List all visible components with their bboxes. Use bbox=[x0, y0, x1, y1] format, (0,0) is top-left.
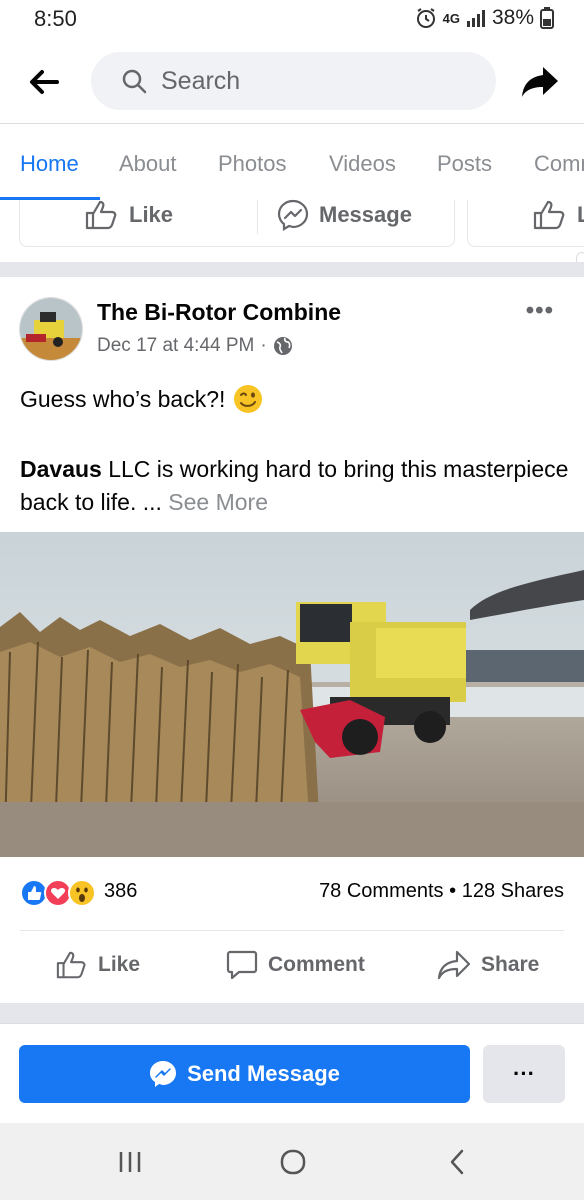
post-text-first-line: Guess who’s back?! bbox=[20, 384, 263, 414]
messenger-icon bbox=[277, 199, 309, 231]
tab-community[interactable]: Comm bbox=[534, 151, 584, 177]
tab-photos[interactable]: Photos bbox=[218, 151, 287, 177]
page-like-label: Like bbox=[129, 202, 174, 227]
back-nav-button[interactable] bbox=[437, 1145, 477, 1179]
share-arrow-icon bbox=[522, 67, 558, 97]
comment-label: Comment bbox=[268, 953, 365, 976]
page-actions-card: Like Message bbox=[19, 199, 455, 247]
battery-percent: 38% bbox=[491, 6, 534, 29]
feed-post: The Bi-Rotor Combine Dec 17 at 4:44 PM ·… bbox=[0, 277, 584, 1003]
tab-posts[interactable]: Posts bbox=[437, 151, 492, 177]
like-button[interactable]: Like bbox=[56, 950, 140, 980]
wow-reaction-icon bbox=[68, 879, 96, 907]
search-input[interactable]: Search bbox=[91, 52, 496, 110]
post-author[interactable]: The Bi-Rotor Combine bbox=[97, 299, 341, 326]
secondary-like-button[interactable]: L bbox=[533, 200, 584, 230]
share-page-button[interactable] bbox=[518, 60, 562, 104]
comments-count[interactable]: 78 Comments bbox=[319, 880, 444, 902]
messenger-icon bbox=[150, 1061, 177, 1087]
comment-bubble-icon bbox=[226, 950, 258, 980]
page-profile-picture bbox=[20, 298, 82, 360]
status-indicators: 4G 38% bbox=[415, 6, 554, 30]
more-options-label: ··· bbox=[513, 1061, 535, 1086]
comment-button[interactable]: Comment bbox=[226, 950, 365, 980]
mentioned-page-link[interactable]: Davaus bbox=[20, 456, 102, 482]
tab-home[interactable]: Home bbox=[20, 151, 79, 177]
post-text-line1: Guess who’s back?! bbox=[20, 385, 226, 412]
post-action-bar: Like Comment Share bbox=[0, 942, 584, 992]
page-message-button[interactable]: Message bbox=[277, 199, 412, 231]
search-placeholder: Search bbox=[161, 66, 241, 95]
app-header: Search bbox=[0, 40, 584, 124]
share-button[interactable]: Share bbox=[437, 950, 539, 980]
post-photo[interactable] bbox=[0, 532, 584, 857]
section-divider bbox=[0, 262, 584, 277]
page-like-button[interactable]: Like bbox=[85, 200, 173, 230]
status-bar: 8:50 4G 38% bbox=[0, 0, 584, 40]
tab-about[interactable]: About bbox=[119, 151, 177, 177]
search-icon bbox=[122, 69, 147, 94]
section-divider-bottom bbox=[0, 1003, 584, 1023]
like-label: Like bbox=[98, 953, 141, 976]
post-divider bbox=[20, 930, 564, 931]
thumbs-up-icon bbox=[533, 200, 565, 230]
share-arrow-outline-icon bbox=[437, 950, 471, 980]
battery-icon bbox=[540, 7, 554, 29]
combine-harvester-photo bbox=[0, 532, 584, 857]
page-action-row: Like Message L bbox=[0, 199, 584, 260]
post-timestamp[interactable]: Dec 17 at 4:44 PM bbox=[97, 335, 254, 357]
page-message-label: Message bbox=[319, 202, 412, 227]
back-button[interactable] bbox=[22, 62, 66, 102]
post-meta: Dec 17 at 4:44 PM · bbox=[97, 335, 293, 357]
winking-face-icon bbox=[234, 385, 263, 413]
signal-icon bbox=[466, 10, 485, 27]
send-message-button[interactable]: Send Message bbox=[19, 1045, 470, 1103]
secondary-like-label: L bbox=[577, 202, 584, 227]
see-more-link[interactable]: See More bbox=[168, 489, 268, 515]
send-message-label: Send Message bbox=[187, 1061, 340, 1086]
reaction-count: 386 bbox=[104, 880, 138, 902]
thumbs-up-icon bbox=[85, 200, 117, 230]
network-type: 4G bbox=[442, 10, 460, 26]
comment-share-counts: 78 Comments • 128 Shares bbox=[319, 880, 564, 903]
reaction-icons bbox=[20, 879, 96, 907]
reactions-summary[interactable]: 386 78 Comments • 128 Shares bbox=[0, 871, 584, 915]
page-tabs: Home About Photos Videos Posts Comm bbox=[0, 125, 584, 201]
share-label: Share bbox=[481, 953, 540, 976]
chevron-left-icon bbox=[450, 1149, 464, 1175]
home-button[interactable] bbox=[273, 1145, 313, 1179]
meta-separator: · bbox=[260, 335, 267, 356]
avatar[interactable] bbox=[19, 297, 83, 361]
status-time: 8:50 bbox=[34, 6, 77, 31]
secondary-page-card: L bbox=[467, 200, 584, 247]
message-bar: Send Message ··· bbox=[0, 1023, 584, 1123]
alarm-icon bbox=[416, 8, 435, 28]
tab-videos[interactable]: Videos bbox=[329, 151, 396, 177]
more-options-button[interactable]: ··· bbox=[483, 1045, 565, 1103]
action-divider bbox=[257, 200, 258, 234]
post-options-button[interactable]: ••• bbox=[526, 297, 554, 325]
post-text-content: LLC is working hard to bring this master… bbox=[20, 456, 569, 515]
system-nav-bar bbox=[0, 1123, 584, 1200]
post-text-body: Davaus LLC is working hard to bring this… bbox=[20, 453, 570, 519]
thumbs-up-icon bbox=[56, 951, 86, 979]
recent-apps-icon bbox=[119, 1152, 141, 1172]
home-circle-icon bbox=[280, 1149, 306, 1175]
recent-apps-button[interactable] bbox=[110, 1145, 150, 1179]
shares-count[interactable]: 128 Shares bbox=[462, 880, 564, 902]
globe-icon bbox=[273, 337, 292, 355]
counts-separator: • bbox=[449, 880, 457, 902]
arrow-left-icon bbox=[30, 70, 59, 94]
